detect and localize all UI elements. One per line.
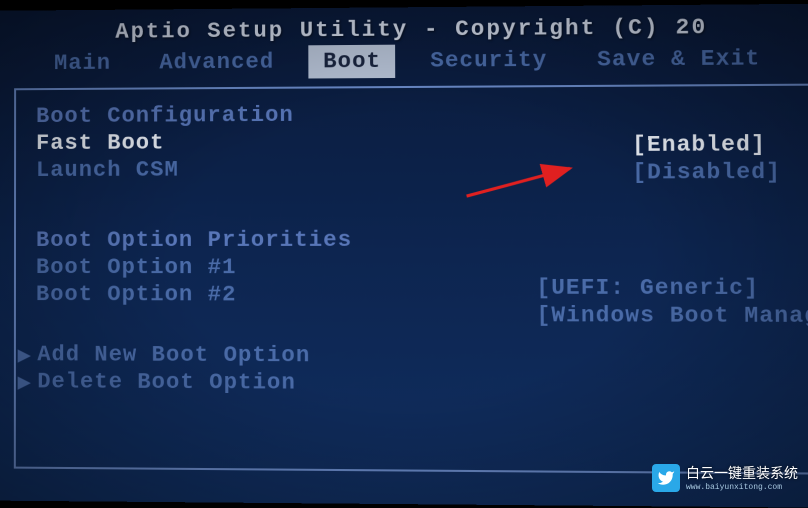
menu-tabs: Main Advanced Boot Security Save & Exit — [0, 42, 808, 81]
triangle-icon: ▶ — [18, 345, 31, 365]
bios-setup-screen: Aptio Setup Utility - Copyright (C) 20 M… — [0, 4, 808, 508]
delete-boot-label: Delete Boot Option — [37, 369, 296, 395]
triangle-icon: ▶ — [18, 372, 31, 392]
add-boot-option[interactable]: ▶ Add New Boot Option — [18, 342, 793, 370]
tab-main[interactable]: Main — [40, 47, 125, 81]
fast-boot-label: Fast Boot — [36, 130, 164, 156]
boot-priority-values: [UEFI: Generic] [Windows Boot Manag — [536, 275, 808, 331]
tab-boot[interactable]: Boot — [309, 45, 396, 79]
watermark-icon — [652, 464, 680, 492]
watermark-url: www.baiyunxitong.com — [686, 483, 798, 492]
launch-csm-value[interactable]: [Disabled] — [632, 160, 781, 186]
boot-actions: ▶ Add New Boot Option ▶ Delete Boot Opti… — [36, 342, 794, 398]
watermark-text-container: 白云一键重装系统 www.baiyunxitong.com — [686, 463, 798, 492]
tab-save-exit[interactable]: Save & Exit — [583, 42, 776, 77]
boot-config-header: Boot Configuration — [36, 100, 791, 129]
boot-option-2-label: Boot Option #2 — [36, 282, 237, 307]
boot-priorities-header: Boot Option Priorities — [36, 227, 792, 253]
bios-title: Aptio Setup Utility - Copyright (C) 20 — [0, 4, 808, 48]
boot-option-1-value[interactable]: [UEFI: Generic] — [536, 275, 808, 301]
boot-option-1-label: Boot Option #1 — [36, 255, 237, 280]
add-boot-label: Add New Boot Option — [37, 342, 310, 368]
tab-security[interactable]: Security — [416, 43, 562, 77]
tab-advanced[interactable]: Advanced — [145, 45, 288, 79]
config-values: [Enabled] [Disabled] — [632, 132, 781, 188]
launch-csm-label: Launch CSM — [36, 158, 179, 183]
boot-option-2-value[interactable]: [Windows Boot Manag — [537, 303, 808, 329]
bios-content-frame: Boot Configuration Fast Boot Launch CSM … — [14, 84, 808, 475]
delete-boot-option[interactable]: ▶ Delete Boot Option — [18, 369, 794, 398]
fast-boot-value[interactable]: [Enabled] — [632, 132, 781, 158]
watermark: 白云一键重装系统 www.baiyunxitong.com — [652, 463, 798, 492]
watermark-title: 白云一键重装系统 — [686, 465, 798, 481]
